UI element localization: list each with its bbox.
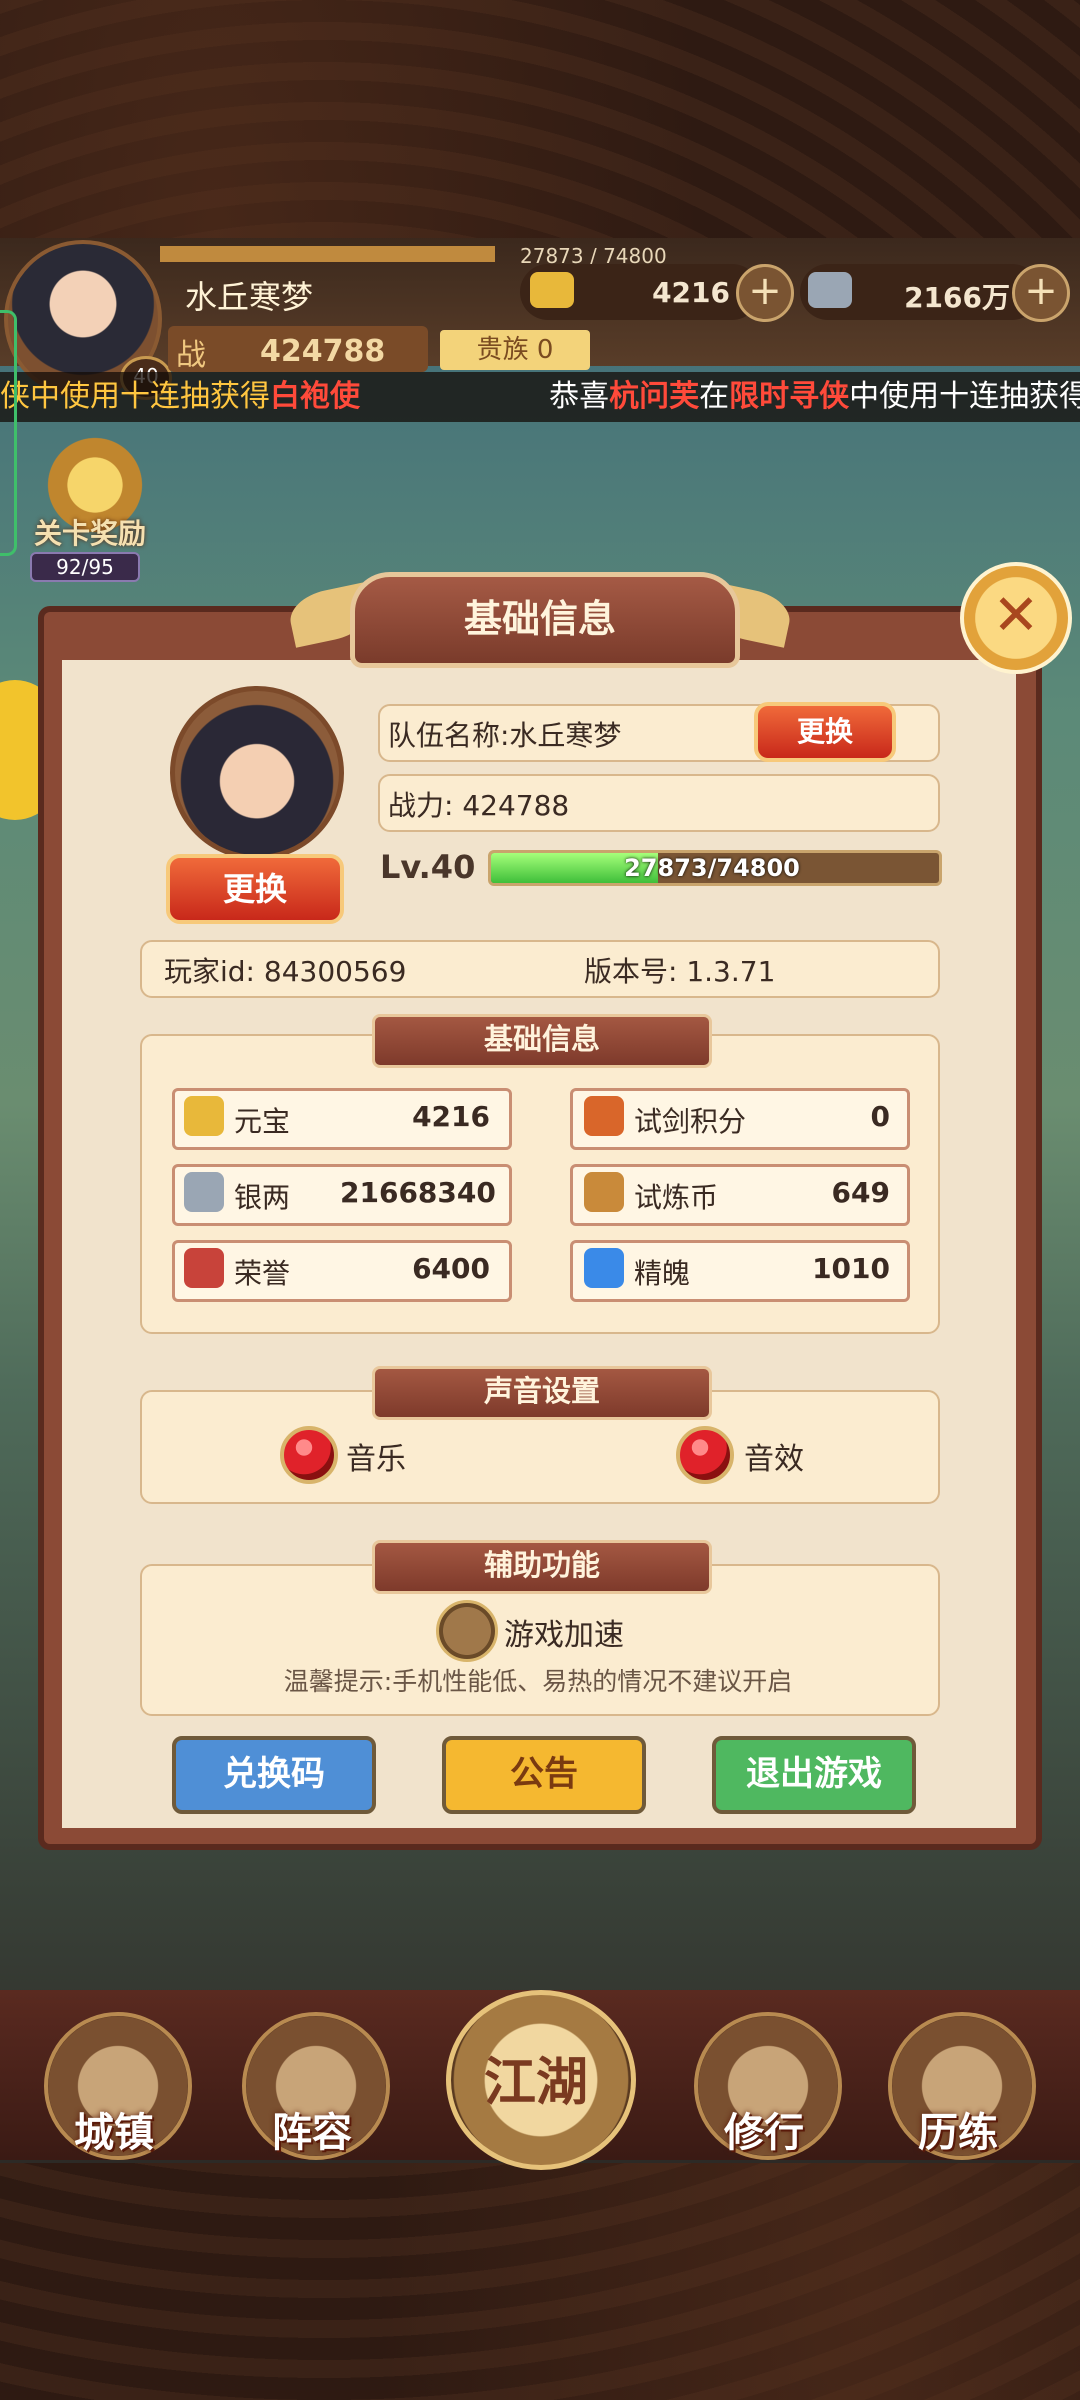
- stage-reward-count: 92/95: [30, 552, 140, 582]
- yuanbao-value: 4216: [652, 276, 730, 309]
- trial-coin-icon: [584, 1172, 624, 1212]
- close-icon: ✕: [992, 583, 1040, 648]
- speed-tip: 温馨提示:手机性能低、易热的情况不建议开启: [283, 1667, 793, 1696]
- resource-value: 649: [831, 1176, 890, 1209]
- hud-exp-bar: [160, 246, 495, 262]
- resource-value: 6400: [412, 1252, 490, 1285]
- change-avatar-button[interactable]: 更换: [166, 854, 344, 924]
- music-label: 音乐: [346, 1442, 406, 1477]
- honor-icon: [184, 1248, 224, 1288]
- player-avatar: [170, 686, 344, 860]
- basic-info-banner: 基础信息: [372, 1014, 712, 1068]
- version-number: 版本号: 1.3.71: [584, 955, 776, 988]
- sfx-toggle[interactable]: [676, 1426, 734, 1484]
- music-toggle[interactable]: [280, 1426, 338, 1484]
- ticker-seg2-a: 恭喜: [549, 379, 610, 414]
- resource-value: 21668340: [340, 1176, 496, 1209]
- ticker-seg1-prefix: 侠中使用十连抽获得: [0, 379, 270, 414]
- resource-label: 试剑积分: [634, 1105, 747, 1138]
- player-level: Lv.40: [380, 848, 476, 886]
- sound-banner: 声音设置: [372, 1366, 712, 1420]
- soul-icon: [584, 1248, 624, 1288]
- side-tab[interactable]: [0, 310, 17, 556]
- sword-points-icon: [584, 1096, 624, 1136]
- silver-value: 2166万: [904, 281, 1010, 314]
- team-name: 队伍名称:水丘寒梦: [388, 719, 622, 752]
- ticker-seg1-item: 白袍使: [270, 379, 360, 414]
- resource-label: 元宝: [234, 1105, 291, 1138]
- nav-cultivate-label: 修行: [724, 2110, 804, 2156]
- ticker-seg2-c: 中使用十连抽获得: [849, 379, 1080, 414]
- exp-text: 27873/74800: [624, 854, 800, 882]
- resource-label: 试炼币: [634, 1181, 719, 1214]
- nav-jianghu-label: 江湖: [483, 2053, 588, 2113]
- change-team-name-button[interactable]: 更换: [754, 702, 896, 762]
- sfx-label: 音效: [744, 1442, 804, 1477]
- close-button[interactable]: ✕: [960, 562, 1072, 674]
- power-icon: 战: [176, 338, 206, 373]
- silver-ingot-icon: [808, 272, 852, 308]
- add-silver-button[interactable]: +: [1012, 264, 1070, 322]
- noble-badge[interactable]: 贵族 0: [440, 330, 590, 370]
- nav-lineup-label: 阵容: [272, 2110, 352, 2156]
- power-value-hud: 424788: [260, 334, 386, 369]
- exit-game-button[interactable]: 退出游戏: [712, 1736, 916, 1814]
- stage-reward-label: 关卡奖励: [34, 517, 147, 550]
- silver-ingot-icon: [184, 1172, 224, 1212]
- resource-value: 0: [870, 1100, 890, 1133]
- game-speed-toggle[interactable]: [436, 1600, 498, 1662]
- resource-label: 银两: [234, 1181, 291, 1214]
- game-speed-label: 游戏加速: [504, 1618, 624, 1653]
- panel-title: 基础信息: [463, 597, 616, 641]
- add-yuanbao-button[interactable]: +: [736, 264, 794, 322]
- notice-button[interactable]: 公告: [442, 1736, 646, 1814]
- assist-banner: 辅助功能: [372, 1540, 712, 1594]
- gold-ingot-icon: [184, 1096, 224, 1136]
- nav-town-label: 城镇: [74, 2110, 154, 2156]
- ticker-seg2-name: 杭问芙: [609, 379, 700, 414]
- resource-value: 4216: [412, 1100, 490, 1133]
- power-text: 战力: 424788: [388, 789, 570, 822]
- gold-ingot-icon: [530, 272, 574, 308]
- resource-label: 荣誉: [234, 1257, 291, 1290]
- player-id: 玩家id: 84300569: [164, 955, 407, 988]
- redeem-code-button[interactable]: 兑换码: [172, 1736, 376, 1814]
- ticker-seg2-b: 在: [699, 379, 730, 414]
- ticker-seg2-event: 限时寻侠: [729, 379, 850, 414]
- player-name-hud: 水丘寒梦: [185, 278, 314, 316]
- announcement-ticker: 侠中使用十连抽获得白袍使 恭喜杭问芙在限时寻侠中使用十连抽获得如: [0, 372, 1080, 422]
- resource-label: 精魄: [634, 1257, 691, 1290]
- resource-value: 1010: [812, 1252, 890, 1285]
- nav-trial-label: 历练: [918, 2110, 998, 2156]
